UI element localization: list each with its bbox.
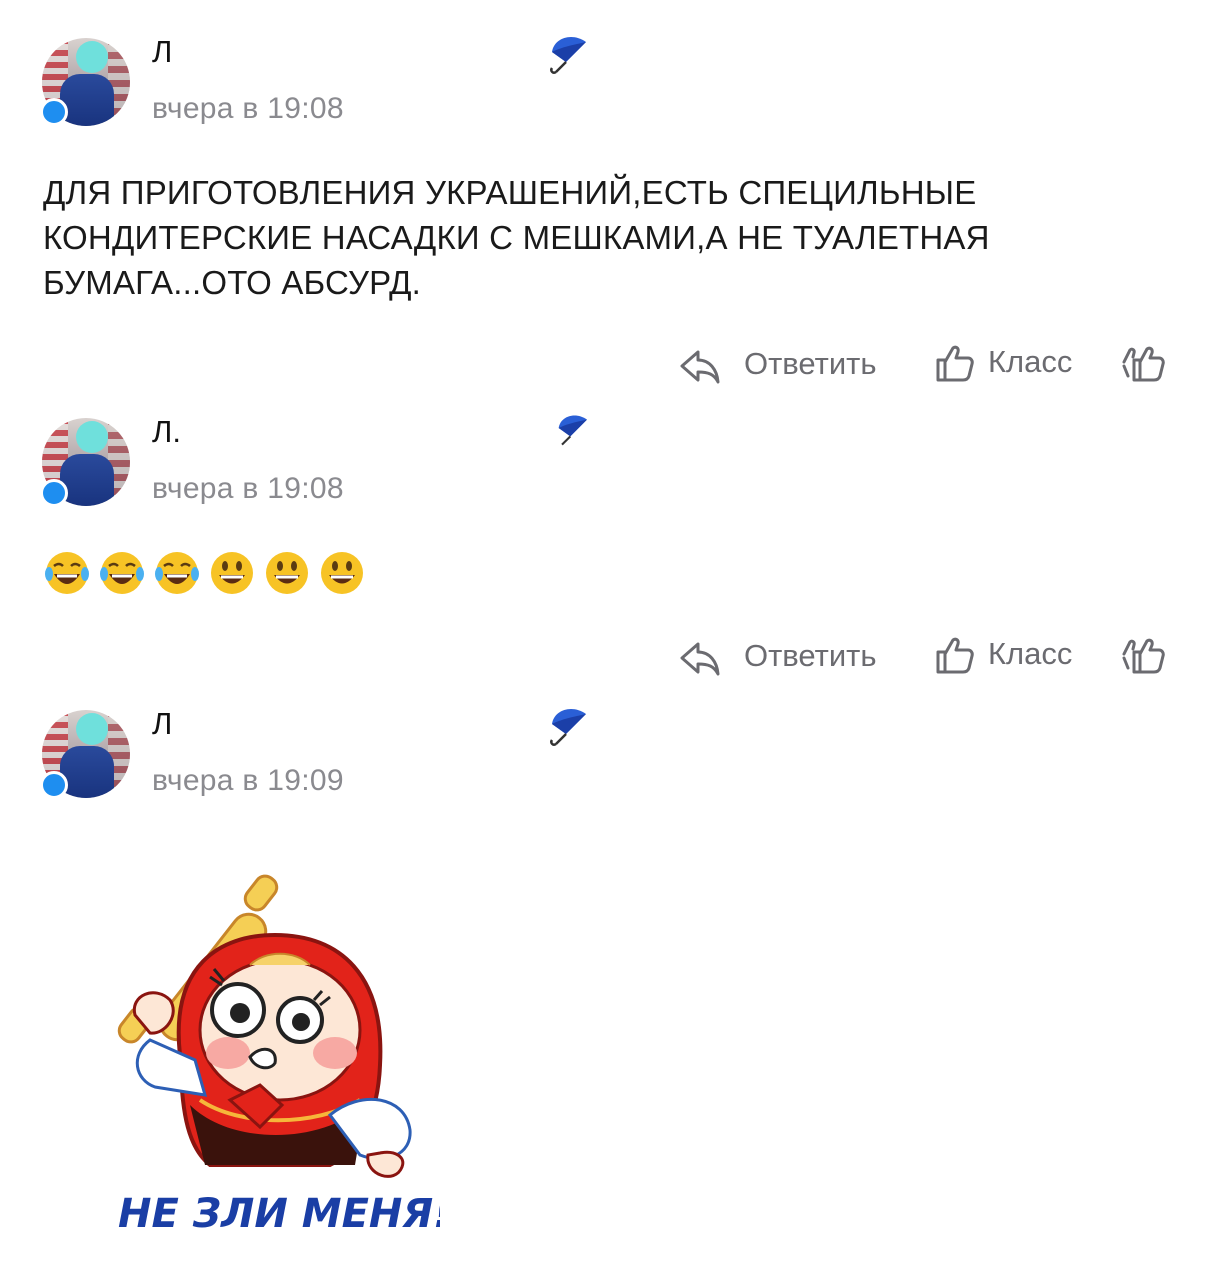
tears-of-joy-emoji-icon — [155, 552, 199, 594]
like-button[interactable]: Класс — [988, 636, 1072, 672]
reply-arrow-icon[interactable] — [678, 344, 722, 388]
matryoshka-sticker[interactable]: НЕ ЗЛИ МЕНЯ! — [110, 865, 440, 1240]
comment-time: вчера в 19:08 — [152, 92, 344, 125]
reply-button[interactable]: Ответить — [744, 346, 877, 382]
grinning-face-emoji-icon — [266, 552, 308, 594]
comment-text: ДЛЯ ПРИГОТОВЛЕНИЯ УКРАШЕНИЙ,ЕСТЬ СПЕЦИЛЬ… — [43, 174, 990, 301]
grinning-face-emoji-icon — [211, 552, 253, 594]
double-thumbs-up-icon[interactable] — [1120, 342, 1166, 384]
thumbs-up-icon[interactable] — [934, 634, 976, 676]
comment-author[interactable]: Л — [152, 706, 172, 742]
grinning-face-emoji-icon — [321, 552, 363, 594]
online-status-indicator — [40, 771, 68, 799]
previous-actions-edge — [0, 0, 1208, 10]
comment-time: вчера в 19:09 — [152, 764, 344, 797]
double-thumbs-up-icon[interactable] — [1120, 634, 1166, 676]
online-status-indicator — [40, 98, 68, 126]
tears-of-joy-emoji-icon — [100, 552, 144, 594]
emoji-row — [44, 550, 365, 596]
umbrella-icon — [550, 709, 586, 746]
comment-time: вчера в 19:08 — [152, 472, 344, 505]
comment-author[interactable]: Л — [152, 34, 172, 70]
umbrella-icon — [550, 37, 586, 74]
umbrella-icon — [558, 415, 587, 446]
tears-of-joy-emoji-icon — [45, 552, 89, 594]
like-button[interactable]: Класс — [988, 344, 1072, 380]
sticker-caption: НЕ ЗЛИ МЕНЯ! — [118, 1191, 440, 1237]
reply-button[interactable]: Ответить — [744, 638, 877, 674]
online-status-indicator — [40, 479, 68, 507]
thumbs-up-icon[interactable] — [934, 342, 976, 384]
comment-author[interactable]: Л. — [152, 414, 181, 450]
reply-arrow-icon[interactable] — [678, 636, 722, 680]
